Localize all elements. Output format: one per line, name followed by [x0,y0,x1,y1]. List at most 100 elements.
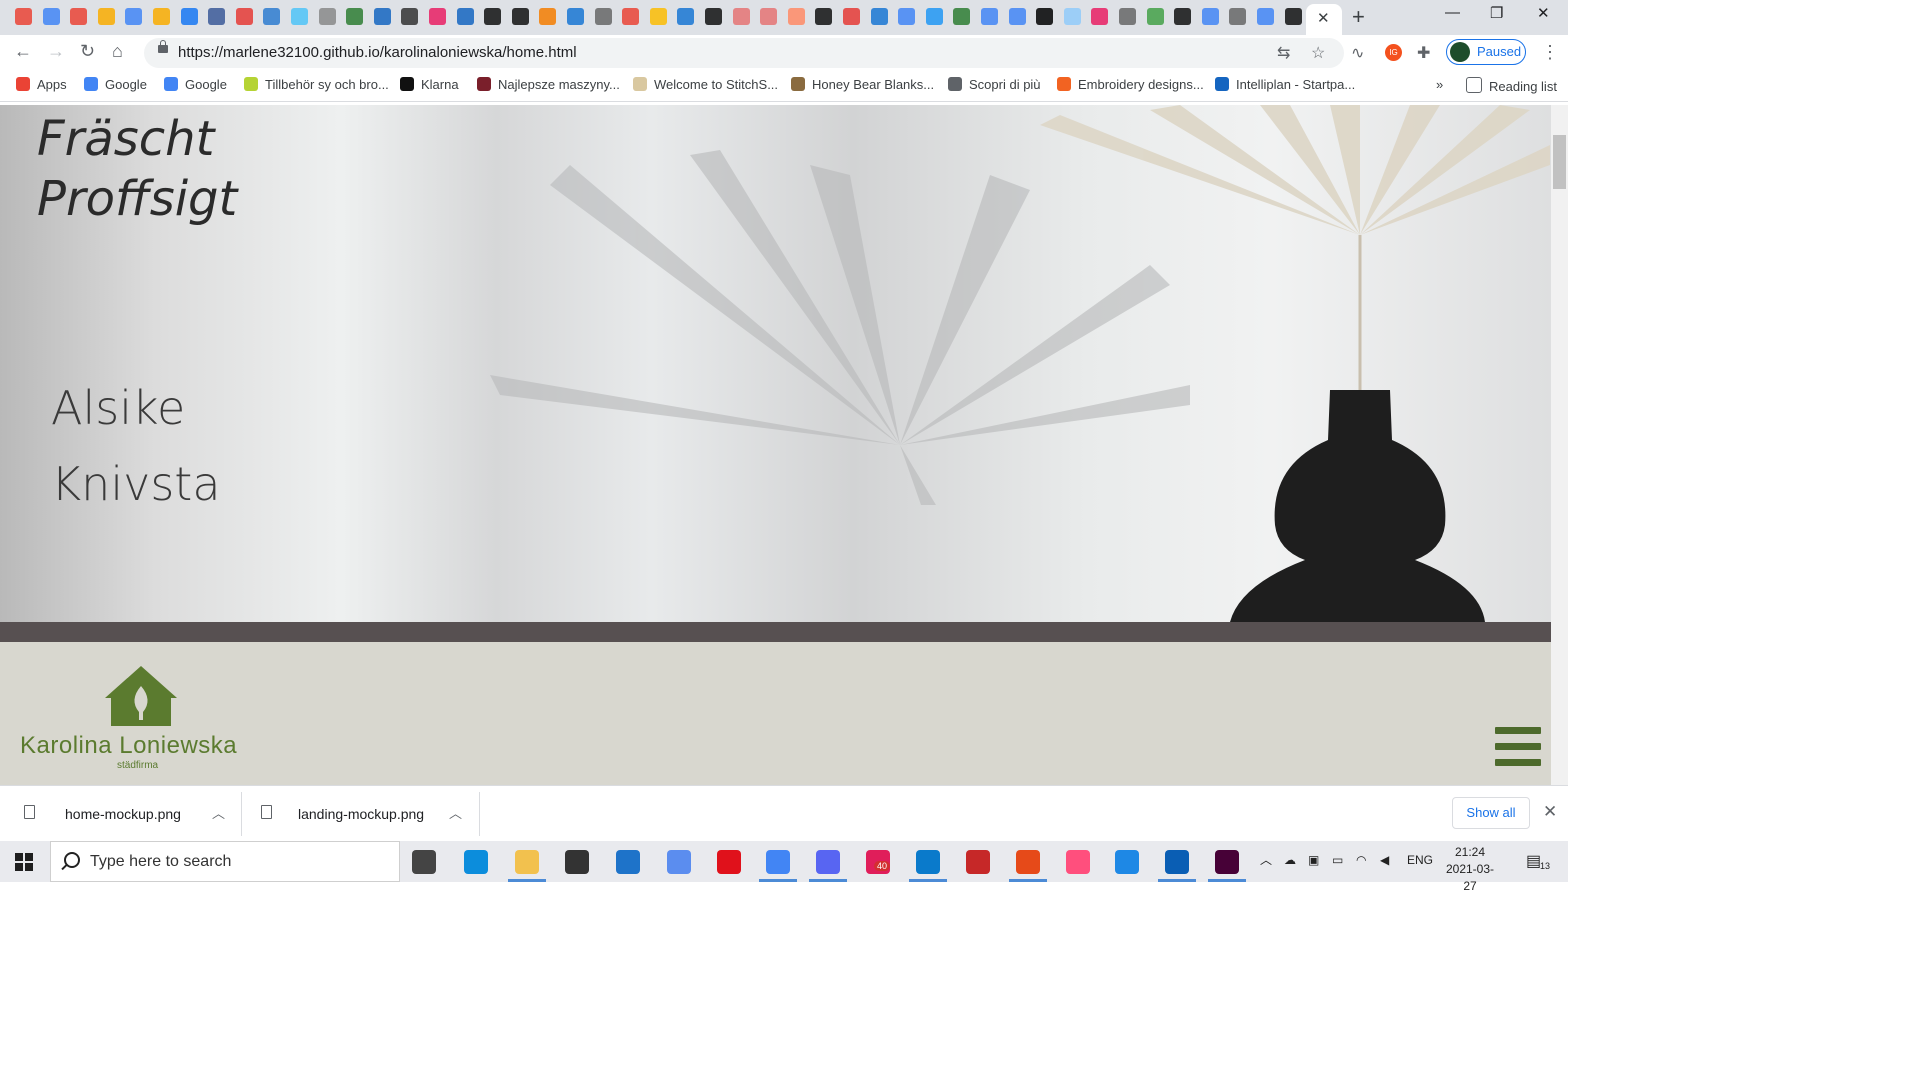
new-tab-button[interactable]: + [1352,4,1365,30]
app-icon[interactable] [667,850,691,874]
volume-icon[interactable]: ◀ [1380,853,1389,867]
pinned-tab-icon[interactable] [318,8,336,25]
pinned-tab-icon[interactable] [870,8,888,25]
back-arrow-icon[interactable]: ← [14,41,32,62]
edge-icon[interactable] [464,850,488,874]
bookmark-item[interactable]: Embroidery designs... [1057,77,1204,92]
photos-icon[interactable] [1115,850,1139,874]
pinned-tab-icon[interactable] [373,8,391,25]
pinned-tab-icon[interactable] [42,8,60,25]
logo-company-name[interactable]: Karolina Loniewska [20,732,237,760]
pinned-tab-icon[interactable] [484,8,502,25]
bookmark-item[interactable]: Welcome to StitchS... [633,77,778,92]
pinned-tab-icon[interactable] [346,8,364,25]
download-filename[interactable]: landing-mockup.png [298,806,424,822]
pinned-tab-icon[interactable] [649,8,667,25]
pinned-tab-icon[interactable] [1063,8,1081,25]
active-tab[interactable]: ✕ [1306,4,1342,35]
url-text[interactable]: https://marlene32100.github.io/karolinal… [178,44,577,61]
pinned-tab-icon[interactable] [180,8,198,25]
pinned-tab-icon[interactable] [953,8,971,25]
chrome-icon[interactable] [766,850,790,874]
pinned-tab-icon[interactable] [898,8,916,25]
chevron-up-icon[interactable]: ︿ [212,803,225,822]
pinned-tab-icon[interactable] [1119,8,1136,25]
pinned-tab-icon[interactable] [594,8,612,25]
menu-icon[interactable]: ⋮ [1541,42,1559,63]
task-view-icon[interactable] [412,850,436,874]
pinned-tab-icon[interactable] [235,8,253,25]
reading-list-button[interactable]: Reading list [1466,77,1557,94]
windows-start-icon[interactable] [15,853,33,871]
pinned-tab-icon[interactable] [732,8,750,25]
bookmarks-overflow-icon[interactable]: » [1436,77,1443,92]
mail-icon[interactable] [616,850,640,874]
page-scrollbar[interactable] [1551,105,1568,785]
extensions-puzzle-icon[interactable]: ✚ [1417,43,1430,63]
close-window-button[interactable]: ✕ [1537,4,1550,22]
app-icon[interactable] [966,850,990,874]
pinned-tab-icon[interactable] [1229,8,1247,25]
opera-icon[interactable] [717,850,741,874]
pinned-tab-icon[interactable] [1257,8,1274,25]
download-item[interactable]: landing-mockup.png ︿ [242,786,478,842]
pinned-tab-icon[interactable] [1008,8,1026,25]
pinned-tab-icon[interactable] [97,8,115,25]
pinned-tab-icon[interactable] [153,8,170,25]
chevron-up-icon[interactable]: ︿ [449,803,462,822]
creative-cloud-icon[interactable] [1066,850,1090,874]
house-logo-icon[interactable] [105,664,177,726]
pinned-tab-icon[interactable] [263,8,281,25]
pinned-tab-icon[interactable] [843,8,860,25]
outlook-icon[interactable] [1165,850,1189,874]
pinned-tab-icon[interactable] [1201,8,1219,25]
pinned-tab-icon[interactable] [567,8,584,25]
language-indicator[interactable]: ENG [1407,853,1433,867]
bookmark-item[interactable]: Tillbehör sy och bro... [244,77,389,92]
pinned-tab-icon[interactable] [401,8,419,25]
bookmark-item[interactable]: Intelliplan - Startpa... [1215,77,1355,92]
bookmark-item[interactable]: Klarna [400,77,459,92]
pinned-tab-icon[interactable] [1174,8,1192,25]
notifications-icon[interactable]: ▤ [1526,851,1541,871]
device-icon[interactable]: ▣ [1308,853,1319,867]
pinned-tab-icon[interactable] [760,8,778,25]
pinned-tab-icon[interactable] [511,8,529,25]
pinned-tab-icon[interactable] [15,8,32,25]
pinned-tab-icon[interactable] [815,8,833,25]
pinned-tab-icon[interactable] [925,8,943,25]
pinned-tab-icon[interactable] [622,8,640,25]
file-explorer-icon[interactable] [515,850,539,874]
lock-icon[interactable] [158,40,168,53]
download-item[interactable]: home-mockup.png ︿ [0,786,240,842]
bookmark-item[interactable]: Apps [16,77,67,92]
bookmark-item[interactable]: Najlepsze maszyny... [477,77,620,92]
bookmark-item[interactable]: Google [84,77,147,92]
maximize-button[interactable]: ❐ [1490,4,1503,22]
pinned-tab-icon[interactable] [291,8,308,25]
translate-icon[interactable]: ⇆ [1277,43,1290,63]
bookmark-item[interactable]: Honey Bear Blanks... [791,77,934,92]
close-download-bar-icon[interactable]: ✕ [1543,802,1557,822]
taskbar-search-box[interactable]: Type here to search [50,841,400,882]
home-icon[interactable]: ⌂ [112,41,123,62]
show-hidden-icons[interactable]: ︿ [1260,851,1272,868]
bookmark-item[interactable]: Scopri di più [948,77,1041,92]
hamburger-menu-icon[interactable] [1495,727,1541,773]
extension-ig-icon[interactable]: IG [1385,44,1402,61]
bookmark-item[interactable]: Google [164,77,227,92]
pinned-tab-icon[interactable] [981,8,998,25]
pinned-tab-icon[interactable] [539,8,557,25]
pinned-tab-icon[interactable] [1146,8,1164,25]
reload-icon[interactable]: ↻ [80,41,95,62]
pinned-tab-icon[interactable] [1036,8,1054,25]
address-bar[interactable]: https://marlene32100.github.io/karolinal… [144,38,1344,68]
app-icon[interactable] [1016,850,1040,874]
pinned-tab-icon[interactable] [125,8,143,25]
adobe-xd-icon[interactable] [1215,850,1239,874]
download-filename[interactable]: home-mockup.png [65,806,181,822]
pinned-tab-icon[interactable] [70,8,88,25]
vscode-icon[interactable] [916,850,940,874]
battery-icon[interactable]: ▭ [1332,853,1343,867]
profile-button[interactable]: Paused [1446,39,1526,65]
